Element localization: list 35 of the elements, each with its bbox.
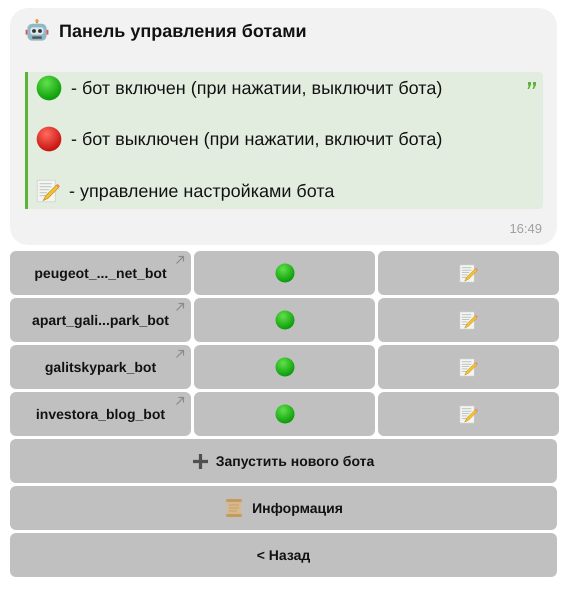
message-title: Панель управления ботами [59,20,307,42]
quote-icon [527,82,537,90]
legend-text: - управление настройками бота [69,180,334,202]
memo-pencil-icon [459,264,478,282]
memo-pencil-icon [459,404,478,424]
settings-button[interactable] [378,251,559,295]
memo-pencil-icon [36,179,60,203]
settings-button[interactable] [378,298,559,342]
bot-button[interactable]: apart_gali...park_bot [10,298,191,342]
bot-button[interactable]: investora_blog_bot [10,392,191,436]
scroll-icon [224,498,244,518]
arrow-icon [175,255,185,265]
keyboard-button[interactable]: Запустить нового бота [10,439,557,483]
status-button[interactable] [194,345,375,389]
memo-pencil-icon [459,310,478,330]
arrow-icon [175,396,185,406]
settings-button[interactable] [378,345,559,389]
keyboard-button[interactable]: Информация [10,486,557,530]
message-time: 16:49 [508,221,543,236]
legend-text: - бот включен (при нажатии, выключит бота) [71,78,442,98]
status-dot-icon [36,75,62,101]
status-dot-icon [36,126,62,152]
status-button[interactable] [194,298,375,342]
arrow-icon [175,349,185,359]
robot-icon [25,19,49,43]
status-button[interactable] [194,392,375,436]
status-button[interactable] [194,251,375,295]
settings-button[interactable] [378,392,559,436]
legend-text: - бот выключен (при нажатии, включит бота) [71,128,442,150]
plus-icon [192,454,208,468]
keyboard-button[interactable]: < Назад [10,533,557,577]
bot-button[interactable]: galitskypark_bot [10,345,191,389]
memo-pencil-icon [459,358,478,376]
arrow-icon [175,302,185,312]
bot-button[interactable]: peugeot_..._net_bot [10,251,191,295]
